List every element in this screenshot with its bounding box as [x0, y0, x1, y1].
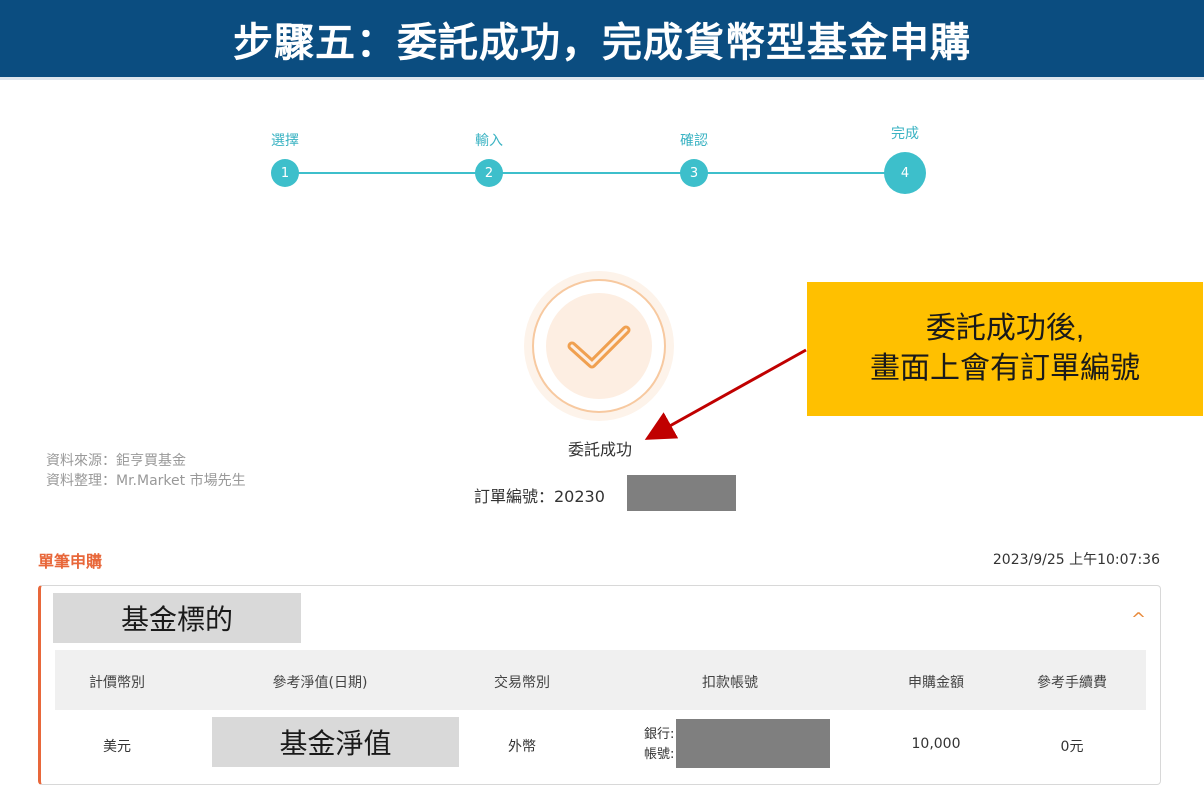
section-title: 單筆申購: [38, 552, 103, 571]
fund-label: 基金標的: [120, 604, 233, 635]
col-header-fee: 參考手續費: [1037, 675, 1107, 691]
col-header-trade-currency: 交易幣別: [494, 675, 550, 691]
step-number: 3: [680, 159, 708, 187]
cell-fee: 0元: [1060, 739, 1084, 755]
cell-amount: 10,000: [911, 736, 961, 752]
order-timestamp: 2023/9/25 上午10:07:36: [992, 552, 1160, 568]
source-note-line-1: 資料來源：鉅亨買基金: [46, 453, 186, 469]
callout-line-1: 委託成功後,: [925, 312, 1085, 345]
checkmark-icon: [567, 325, 631, 369]
cell-trade-currency: 外幣: [508, 739, 536, 755]
cell-currency: 美元: [103, 739, 131, 755]
col-header-currency: 計價幣別: [89, 675, 145, 691]
callout-line-2: 畫面上會有訂單編號: [870, 352, 1140, 385]
col-header-account: 扣款帳號: [702, 675, 758, 691]
fund-name-redaction: 基金標的: [53, 593, 301, 643]
account-label: 帳號:: [644, 747, 675, 762]
table-header: [55, 650, 1146, 710]
success-status-text: 委託成功: [567, 440, 632, 459]
banner-title: 步驟五：委託成功，完成貨幣型基金申購: [233, 19, 971, 66]
account-redaction: [676, 719, 830, 768]
stepper-line: [285, 172, 905, 174]
step-label: 選擇: [271, 133, 299, 149]
nav-label: 基金淨值: [279, 728, 392, 759]
step-number: 4: [884, 152, 926, 194]
step-number: 1: [271, 159, 299, 187]
step-label: 完成: [891, 126, 919, 142]
step-number: 2: [475, 159, 503, 187]
page-banner: 步驟五：委託成功，完成貨幣型基金申購: [0, 0, 1204, 80]
bank-label: 銀行:: [644, 727, 675, 742]
step-label: 確認: [680, 133, 708, 149]
order-number-redaction: [627, 475, 736, 511]
col-header-amount: 申購金額: [908, 675, 964, 691]
col-header-nav: 參考淨值(日期): [272, 675, 368, 691]
account-labels: 銀行: 帳號:: [644, 725, 674, 765]
source-note-line-2: 資料整理：Mr.Market 市場先生: [46, 473, 246, 489]
annotation-callout: 委託成功後, 畫面上會有訂單編號: [807, 282, 1203, 416]
nav-redaction: 基金淨值: [212, 717, 459, 767]
order-number-label: 訂單編號：20230: [474, 487, 605, 506]
source-note: 資料來源：鉅亨買基金 資料整理：Mr.Market 市場先生: [46, 451, 246, 491]
step-label: 輸入: [475, 133, 503, 149]
chevron-up-icon[interactable]: ^: [1131, 611, 1147, 629]
